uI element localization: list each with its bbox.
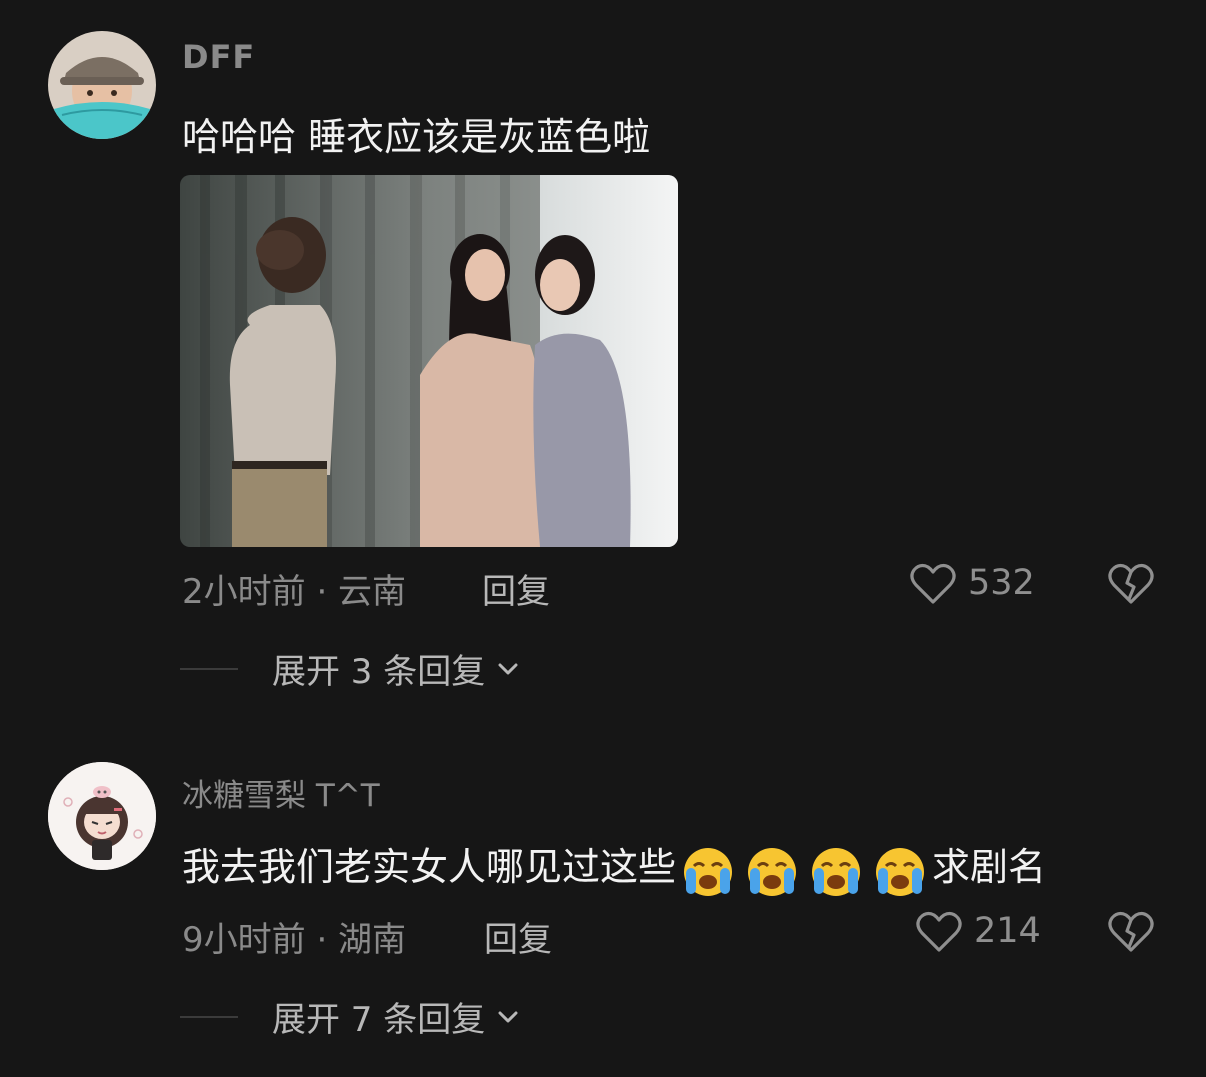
reply-button[interactable]: 回复: [482, 564, 550, 613]
chevron-down-icon: [498, 1011, 518, 1022]
username[interactable]: 冰糖雪梨 T^T: [182, 770, 380, 815]
loudly-crying-face-icon: [680, 844, 736, 896]
reply-button[interactable]: 回复: [484, 912, 552, 961]
comment-text-part: 我去我们老实女人哪见过这些: [182, 845, 677, 889]
avatar[interactable]: [48, 31, 156, 139]
expand-replies-label: 展开 7 条回复: [272, 1000, 486, 1040]
avatar-image: [48, 31, 156, 139]
username[interactable]: DFF: [182, 38, 255, 76]
loudly-crying-face-icon: [808, 844, 864, 896]
comment-meta: 2小时前 · 云南: [182, 572, 407, 612]
expand-replies-label: 展开 3 条回复: [272, 652, 486, 692]
comment-text-part: 求剧名: [932, 845, 1047, 889]
expand-divider: [180, 1015, 238, 1018]
expand-replies-button[interactable]: 展开 7 条回复: [180, 992, 521, 1041]
comment-text: 我去我们老实女人哪见过这些 求剧名: [182, 836, 1046, 896]
chevron-down-icon: [498, 663, 518, 674]
comment-meta: 9小时前 · 湖南: [182, 920, 407, 960]
like-icon[interactable]: [908, 559, 958, 609]
expand-replies-button[interactable]: 展开 3 条回复: [180, 644, 521, 693]
like-icon[interactable]: [914, 907, 964, 957]
comment-text: 哈哈哈 睡衣应该是灰蓝色啦: [182, 115, 651, 159]
dislike-icon[interactable]: [1106, 907, 1156, 957]
avatar[interactable]: [48, 762, 156, 870]
expand-divider: [180, 667, 238, 670]
avatar-image: [48, 762, 156, 870]
comment-image[interactable]: [180, 175, 678, 547]
loudly-crying-face-icon: [872, 844, 928, 896]
dislike-icon[interactable]: [1106, 559, 1156, 609]
photo-drama-still: [180, 175, 678, 547]
like-count: 214: [974, 911, 1041, 951]
like-count: 532: [968, 563, 1035, 603]
loudly-crying-face-icon: [744, 844, 800, 896]
